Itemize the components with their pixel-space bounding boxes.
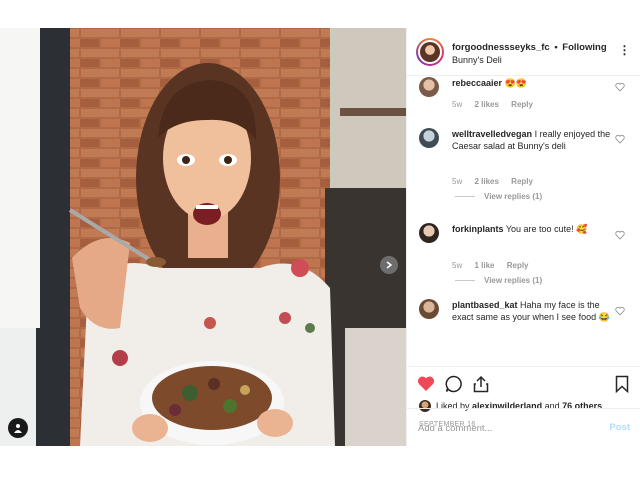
comment-age: 5w — [452, 261, 463, 270]
chevron-right-icon — [386, 261, 393, 269]
commenter-avatar[interactable] — [419, 299, 439, 319]
location-link[interactable]: Bunny's Deli — [452, 55, 502, 65]
instagram-post: forgoodnessseyks_fc • Following Bunny's … — [0, 28, 640, 446]
author-username[interactable]: forgoodnessseyks_fc — [452, 42, 550, 53]
view-replies-button[interactable]: View replies (1) — [455, 192, 542, 201]
comment-username[interactable]: welltravelledvegan — [452, 129, 532, 139]
comment-meta: 5w 1 like Reply — [452, 261, 539, 270]
comment-meta: 5w 2 likes Reply — [452, 100, 543, 109]
next-photo-button[interactable] — [380, 256, 398, 274]
comment-likes[interactable]: 2 likes — [474, 100, 498, 109]
comments-list[interactable]: rebeccaaier 😍😍 5w 2 likes Reply welltrav… — [407, 77, 640, 366]
bookmark-icon[interactable] — [615, 375, 629, 393]
comment-text-block: welltravelledvegan I really enjoyed the … — [452, 128, 612, 152]
comment-like-heart-icon[interactable] — [615, 230, 625, 240]
commenter-avatar[interactable] — [419, 77, 439, 97]
comment-reply-button[interactable]: Reply — [511, 177, 533, 186]
comment-likes[interactable]: 1 like — [474, 261, 494, 270]
comment-age: 5w — [452, 177, 463, 186]
share-icon[interactable] — [473, 375, 489, 393]
comment-text-block: rebeccaaier 😍😍 — [452, 77, 612, 89]
comment-text: You are too cute! 🥰 — [505, 224, 588, 234]
comment-likes[interactable]: 2 likes — [474, 177, 498, 186]
comment-bubble-icon[interactable] — [445, 375, 463, 393]
comment-username[interactable]: plantbased_kat — [452, 300, 518, 310]
comment-text: 😍😍 — [504, 78, 527, 88]
replies-divider — [455, 196, 475, 198]
view-replies-button[interactable]: View replies (1) — [455, 276, 542, 285]
comment-username[interactable]: rebeccaaier — [452, 78, 502, 88]
post-side-panel: forgoodnessseyks_fc • Following Bunny's … — [406, 28, 640, 446]
photo-scene — [0, 28, 406, 446]
comment-like-heart-icon[interactable] — [615, 82, 625, 92]
comment-input[interactable] — [418, 419, 588, 437]
post-header: forgoodnessseyks_fc • Following Bunny's … — [407, 28, 640, 76]
author-avatar[interactable] — [416, 38, 444, 66]
comment-like-heart-icon[interactable] — [615, 306, 625, 316]
comment-meta: 5w 2 likes Reply — [452, 177, 543, 186]
more-options-icon[interactable]: ⋮ — [619, 43, 632, 57]
author-line: forgoodnessseyks_fc • Following — [452, 42, 607, 53]
comment-age: 5w — [452, 100, 463, 109]
post-photo[interactable] — [0, 28, 406, 446]
user-tag-icon — [14, 424, 22, 433]
comment-reply-button[interactable]: Reply — [511, 100, 533, 109]
post-comment-button[interactable]: Post — [609, 422, 630, 433]
like-heart-icon[interactable] — [417, 375, 435, 392]
tagged-people-button[interactable] — [8, 418, 28, 438]
comment-like-heart-icon[interactable] — [615, 134, 625, 144]
add-comment-bar: Post — [406, 408, 640, 446]
comment-reply-button[interactable]: Reply — [507, 261, 529, 270]
replies-divider — [455, 280, 475, 282]
view-replies-label: View replies (1) — [484, 276, 543, 285]
following-button[interactable]: Following — [562, 42, 606, 53]
comment-username[interactable]: forkinplants — [452, 224, 504, 234]
comment-text-block: forkinplants You are too cute! 🥰 — [452, 223, 612, 235]
separator-dot: • — [554, 42, 558, 53]
commenter-avatar[interactable] — [419, 128, 439, 148]
commenter-avatar[interactable] — [419, 223, 439, 243]
comment-text-block: plantbased_kat Haha my face is the exact… — [452, 299, 612, 323]
view-replies-label: View replies (1) — [484, 192, 543, 201]
